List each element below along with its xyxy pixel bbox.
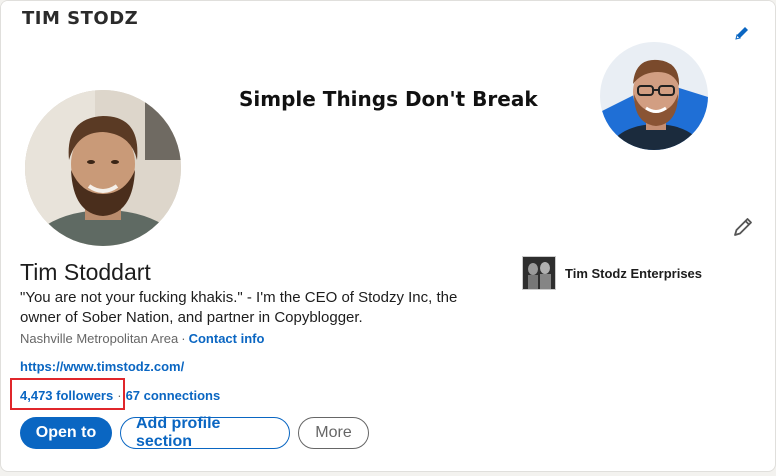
network-row: 4,473 followers · 67 connections: [20, 388, 220, 403]
website-link[interactable]: https://www.timstodz.com/: [20, 359, 184, 374]
separator: ·: [181, 331, 186, 346]
location: Nashville Metropolitan Area: [20, 331, 179, 346]
profile-name: Tim Stoddart: [20, 259, 151, 285]
pencil-icon: [734, 25, 750, 46]
add-profile-section-button[interactable]: Add profile section: [120, 415, 290, 450]
profile-card: TIM STODZ Simple Things Don't Break Tim …: [0, 0, 776, 472]
company-link[interactable]: Tim Stodz Enterprises: [522, 256, 702, 290]
contact-info-link[interactable]: Contact info: [189, 331, 265, 346]
more-button[interactable]: More: [298, 417, 369, 449]
edit-banner-button[interactable]: [730, 23, 754, 47]
banner-photo: [600, 42, 708, 150]
profile-photo[interactable]: [23, 88, 183, 248]
company-name: Tim Stodz Enterprises: [565, 265, 703, 281]
separator: ·: [117, 388, 122, 403]
profile-actions: Open to Add profile section More: [20, 415, 369, 450]
pencil-icon: [732, 216, 754, 243]
banner-tagline: Simple Things Don't Break: [239, 87, 538, 111]
banner-brand: TIM STODZ: [22, 8, 139, 29]
location-row: Nashville Metropolitan Area · Contact info: [20, 331, 264, 346]
connections-link[interactable]: 67 connections: [126, 388, 221, 403]
open-to-button[interactable]: Open to: [20, 417, 112, 449]
followers-link[interactable]: 4,473 followers: [20, 388, 113, 403]
edit-intro-button[interactable]: [729, 215, 757, 243]
profile-headline: "You are not your fucking khakis." - I'm…: [20, 289, 458, 326]
company-logo: [522, 256, 556, 290]
